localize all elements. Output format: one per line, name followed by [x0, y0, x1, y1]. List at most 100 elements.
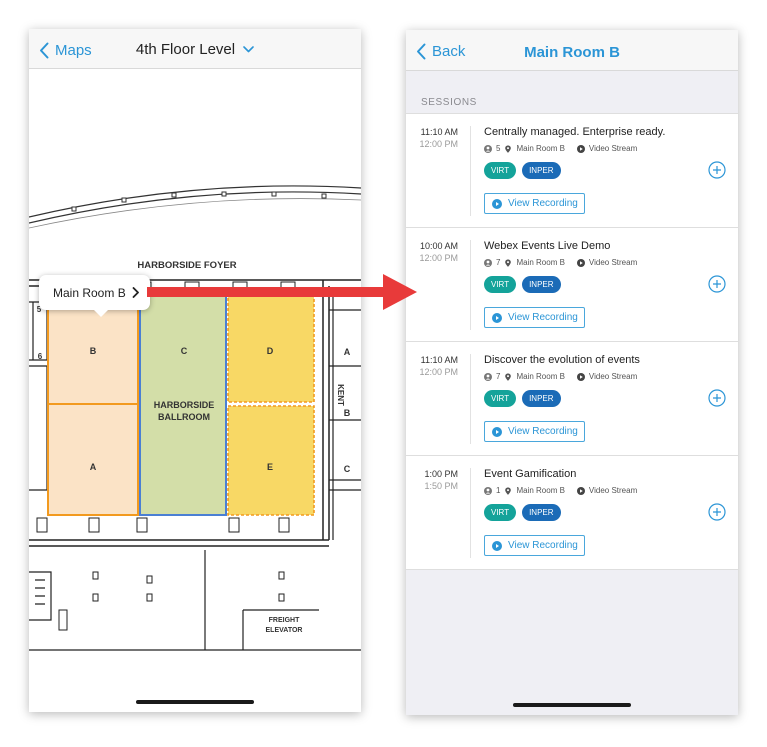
- session-time: 1:00 PM 1:50 PM: [414, 468, 458, 492]
- person-icon: [484, 258, 492, 267]
- room-title: Main Room B: [524, 44, 620, 61]
- session-start-time: 11:10 AM: [420, 127, 458, 137]
- play-circle-icon: [576, 144, 585, 153]
- callout-label: Main Room B: [53, 285, 126, 300]
- tag-virt[interactable]: VIRT: [484, 276, 517, 293]
- room-label-d: D: [267, 346, 274, 356]
- session-time: 11:10 AM 12:00 PM: [414, 354, 458, 378]
- add-session-button[interactable]: [708, 503, 726, 521]
- view-recording-button[interactable]: View Recording: [484, 535, 585, 556]
- add-session-button[interactable]: [708, 275, 726, 293]
- attendee-count: 1: [496, 486, 501, 495]
- session-room: Main Room B: [516, 372, 565, 381]
- session-meta: 5 Main Room B Video Stream: [484, 144, 637, 153]
- location-pin-icon: [505, 259, 512, 267]
- session-room: Main Room B: [516, 258, 565, 267]
- time-divider: [470, 240, 471, 330]
- session-row[interactable]: 1:00 PM 1:50 PM Event Gamification 1 Mai…: [406, 456, 738, 570]
- room-label-a: A: [90, 462, 97, 472]
- view-recording-button[interactable]: View Recording: [484, 193, 585, 214]
- kent-label: KENT: [336, 384, 345, 406]
- room-navbar: Back Main Room B: [406, 30, 738, 71]
- attendee-count: 5: [496, 144, 501, 153]
- session-tags: VIRT INPER: [484, 162, 561, 179]
- room-label-b: B: [90, 346, 97, 356]
- session-start-time: 10:00 AM: [419, 241, 458, 251]
- session-time: 10:00 AM 12:00 PM: [414, 240, 458, 264]
- add-session-button[interactable]: [708, 161, 726, 179]
- session-title[interactable]: Webex Events Live Demo: [484, 240, 610, 252]
- location-pin-icon: [505, 145, 512, 153]
- attendee-count: 7: [496, 258, 501, 267]
- session-title[interactable]: Discover the evolution of events: [484, 354, 640, 366]
- room-label-e: E: [267, 462, 273, 472]
- tag-inper[interactable]: INPER: [522, 390, 561, 407]
- ballroom-label-1: HARBORSIDE: [154, 400, 215, 410]
- session-tags: VIRT INPER: [484, 390, 561, 407]
- tag-virt[interactable]: VIRT: [484, 504, 517, 521]
- tag-inper[interactable]: INPER: [522, 276, 561, 293]
- session-end-time: 12:00 PM: [419, 139, 458, 149]
- session-meta: 7 Main Room B Video Stream: [484, 258, 637, 267]
- session-meta: 1 Main Room B Video Stream: [484, 486, 637, 495]
- person-icon: [484, 144, 492, 153]
- location-pin-icon: [505, 373, 512, 381]
- floor-title: 4th Floor Level: [29, 41, 361, 58]
- room-b-a-area[interactable]: [47, 289, 139, 516]
- home-indicator: [513, 703, 631, 707]
- tag-virt[interactable]: VIRT: [484, 162, 517, 179]
- floor-title-label: 4th Floor Level: [135, 41, 236, 58]
- tag-inper[interactable]: INPER: [522, 162, 561, 179]
- session-stream: Video Stream: [588, 258, 638, 267]
- side-room-c: C: [344, 464, 351, 474]
- play-circle-icon: [492, 540, 502, 551]
- session-title[interactable]: Event Gamification: [484, 468, 576, 480]
- play-circle-icon: [492, 312, 502, 323]
- home-indicator: [136, 700, 254, 704]
- session-end-time: 12:00 PM: [419, 367, 458, 377]
- session-tags: VIRT INPER: [484, 504, 561, 521]
- location-pin-icon: [505, 487, 512, 495]
- session-room: Main Room B: [516, 144, 565, 153]
- session-row[interactable]: 11:10 AM 12:00 PM Centrally managed. Ent…: [406, 114, 738, 228]
- tag-inper[interactable]: INPER: [522, 504, 561, 521]
- red-arrow-icon: [147, 274, 417, 310]
- floor-selector[interactable]: 4th Floor Level: [136, 41, 254, 58]
- view-recording-button[interactable]: View Recording: [484, 421, 585, 442]
- side-number-6: 6: [38, 352, 43, 361]
- freight-label-2: ELEVATOR: [266, 627, 303, 634]
- view-recording-button[interactable]: View Recording: [484, 307, 585, 328]
- room-e-area[interactable]: [227, 405, 315, 516]
- chevron-right-icon: [132, 287, 139, 298]
- session-start-time: 11:10 AM: [420, 355, 458, 365]
- play-circle-icon: [576, 258, 585, 267]
- session-stream: Video Stream: [588, 486, 638, 495]
- tag-virt[interactable]: VIRT: [484, 390, 517, 407]
- play-circle-icon: [492, 198, 502, 209]
- sessions-list: 11:10 AM 12:00 PM Centrally managed. Ent…: [406, 113, 738, 570]
- side-room-a: A: [344, 347, 351, 357]
- time-divider: [470, 354, 471, 444]
- time-divider: [470, 126, 471, 216]
- session-row[interactable]: 10:00 AM 12:00 PM Webex Events Live Demo…: [406, 228, 738, 342]
- callout-tail: [92, 308, 110, 317]
- session-end-time: 12:00 PM: [419, 253, 458, 263]
- session-stream: Video Stream: [588, 144, 638, 153]
- time-divider: [470, 468, 471, 558]
- session-room: Main Room B: [516, 486, 565, 495]
- person-icon: [484, 486, 492, 495]
- session-tags: VIRT INPER: [484, 276, 561, 293]
- room-callout[interactable]: Main Room B: [39, 275, 150, 317]
- floor-plan-map[interactable]: HARBORSIDE FOYER 5 6 A B C KENT B A C HA…: [29, 70, 361, 695]
- view-recording-label: View Recording: [508, 540, 578, 551]
- room-sessions-screen: Back Main Room B SESSIONS 11:10 AM 12:00…: [406, 30, 738, 715]
- play-circle-icon: [492, 426, 502, 437]
- view-recording-label: View Recording: [508, 312, 578, 323]
- foyer-label: HARBORSIDE FOYER: [137, 260, 236, 271]
- chevron-down-icon: [243, 46, 254, 53]
- session-meta: 7 Main Room B Video Stream: [484, 372, 637, 381]
- session-title[interactable]: Centrally managed. Enterprise ready.: [484, 126, 665, 138]
- session-row[interactable]: 11:10 AM 12:00 PM Discover the evolution…: [406, 342, 738, 456]
- add-session-button[interactable]: [708, 389, 726, 407]
- side-room-b: B: [344, 408, 351, 418]
